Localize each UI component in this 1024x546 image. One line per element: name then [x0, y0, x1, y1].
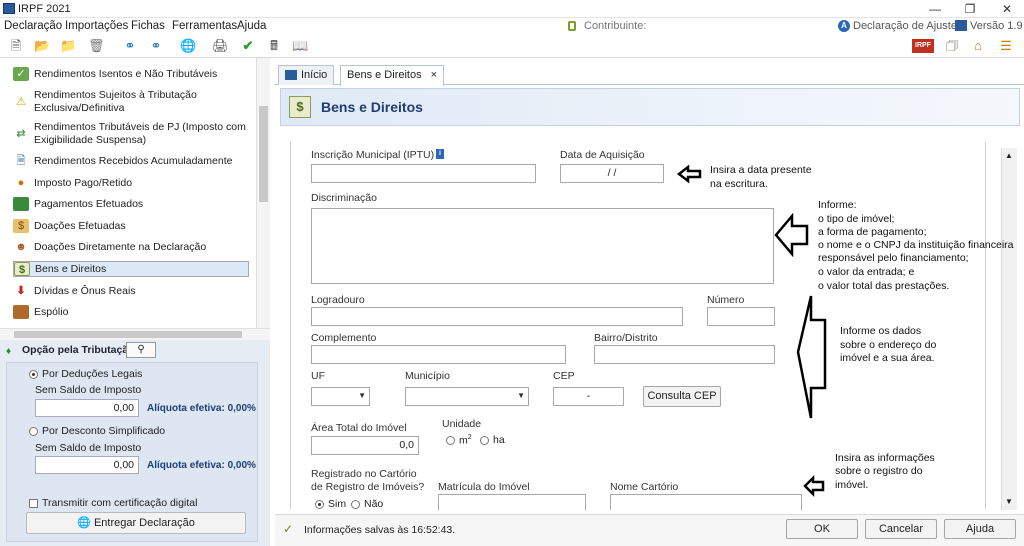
- status-message: Informações salvas às 16:52:43.: [304, 524, 456, 536]
- arrow-registro: [803, 474, 825, 498]
- arrow-discriminacao: [774, 212, 809, 258]
- arrow-endereco: [796, 295, 827, 419]
- saved-check-icon: ✓: [283, 522, 294, 536]
- cancel-button[interactable]: Cancelar: [865, 519, 937, 539]
- help-button[interactable]: Ajuda: [944, 519, 1016, 539]
- annotation-arrows: [676, 164, 827, 498]
- ok-button[interactable]: OK: [786, 519, 858, 539]
- arrow-data: [676, 164, 702, 184]
